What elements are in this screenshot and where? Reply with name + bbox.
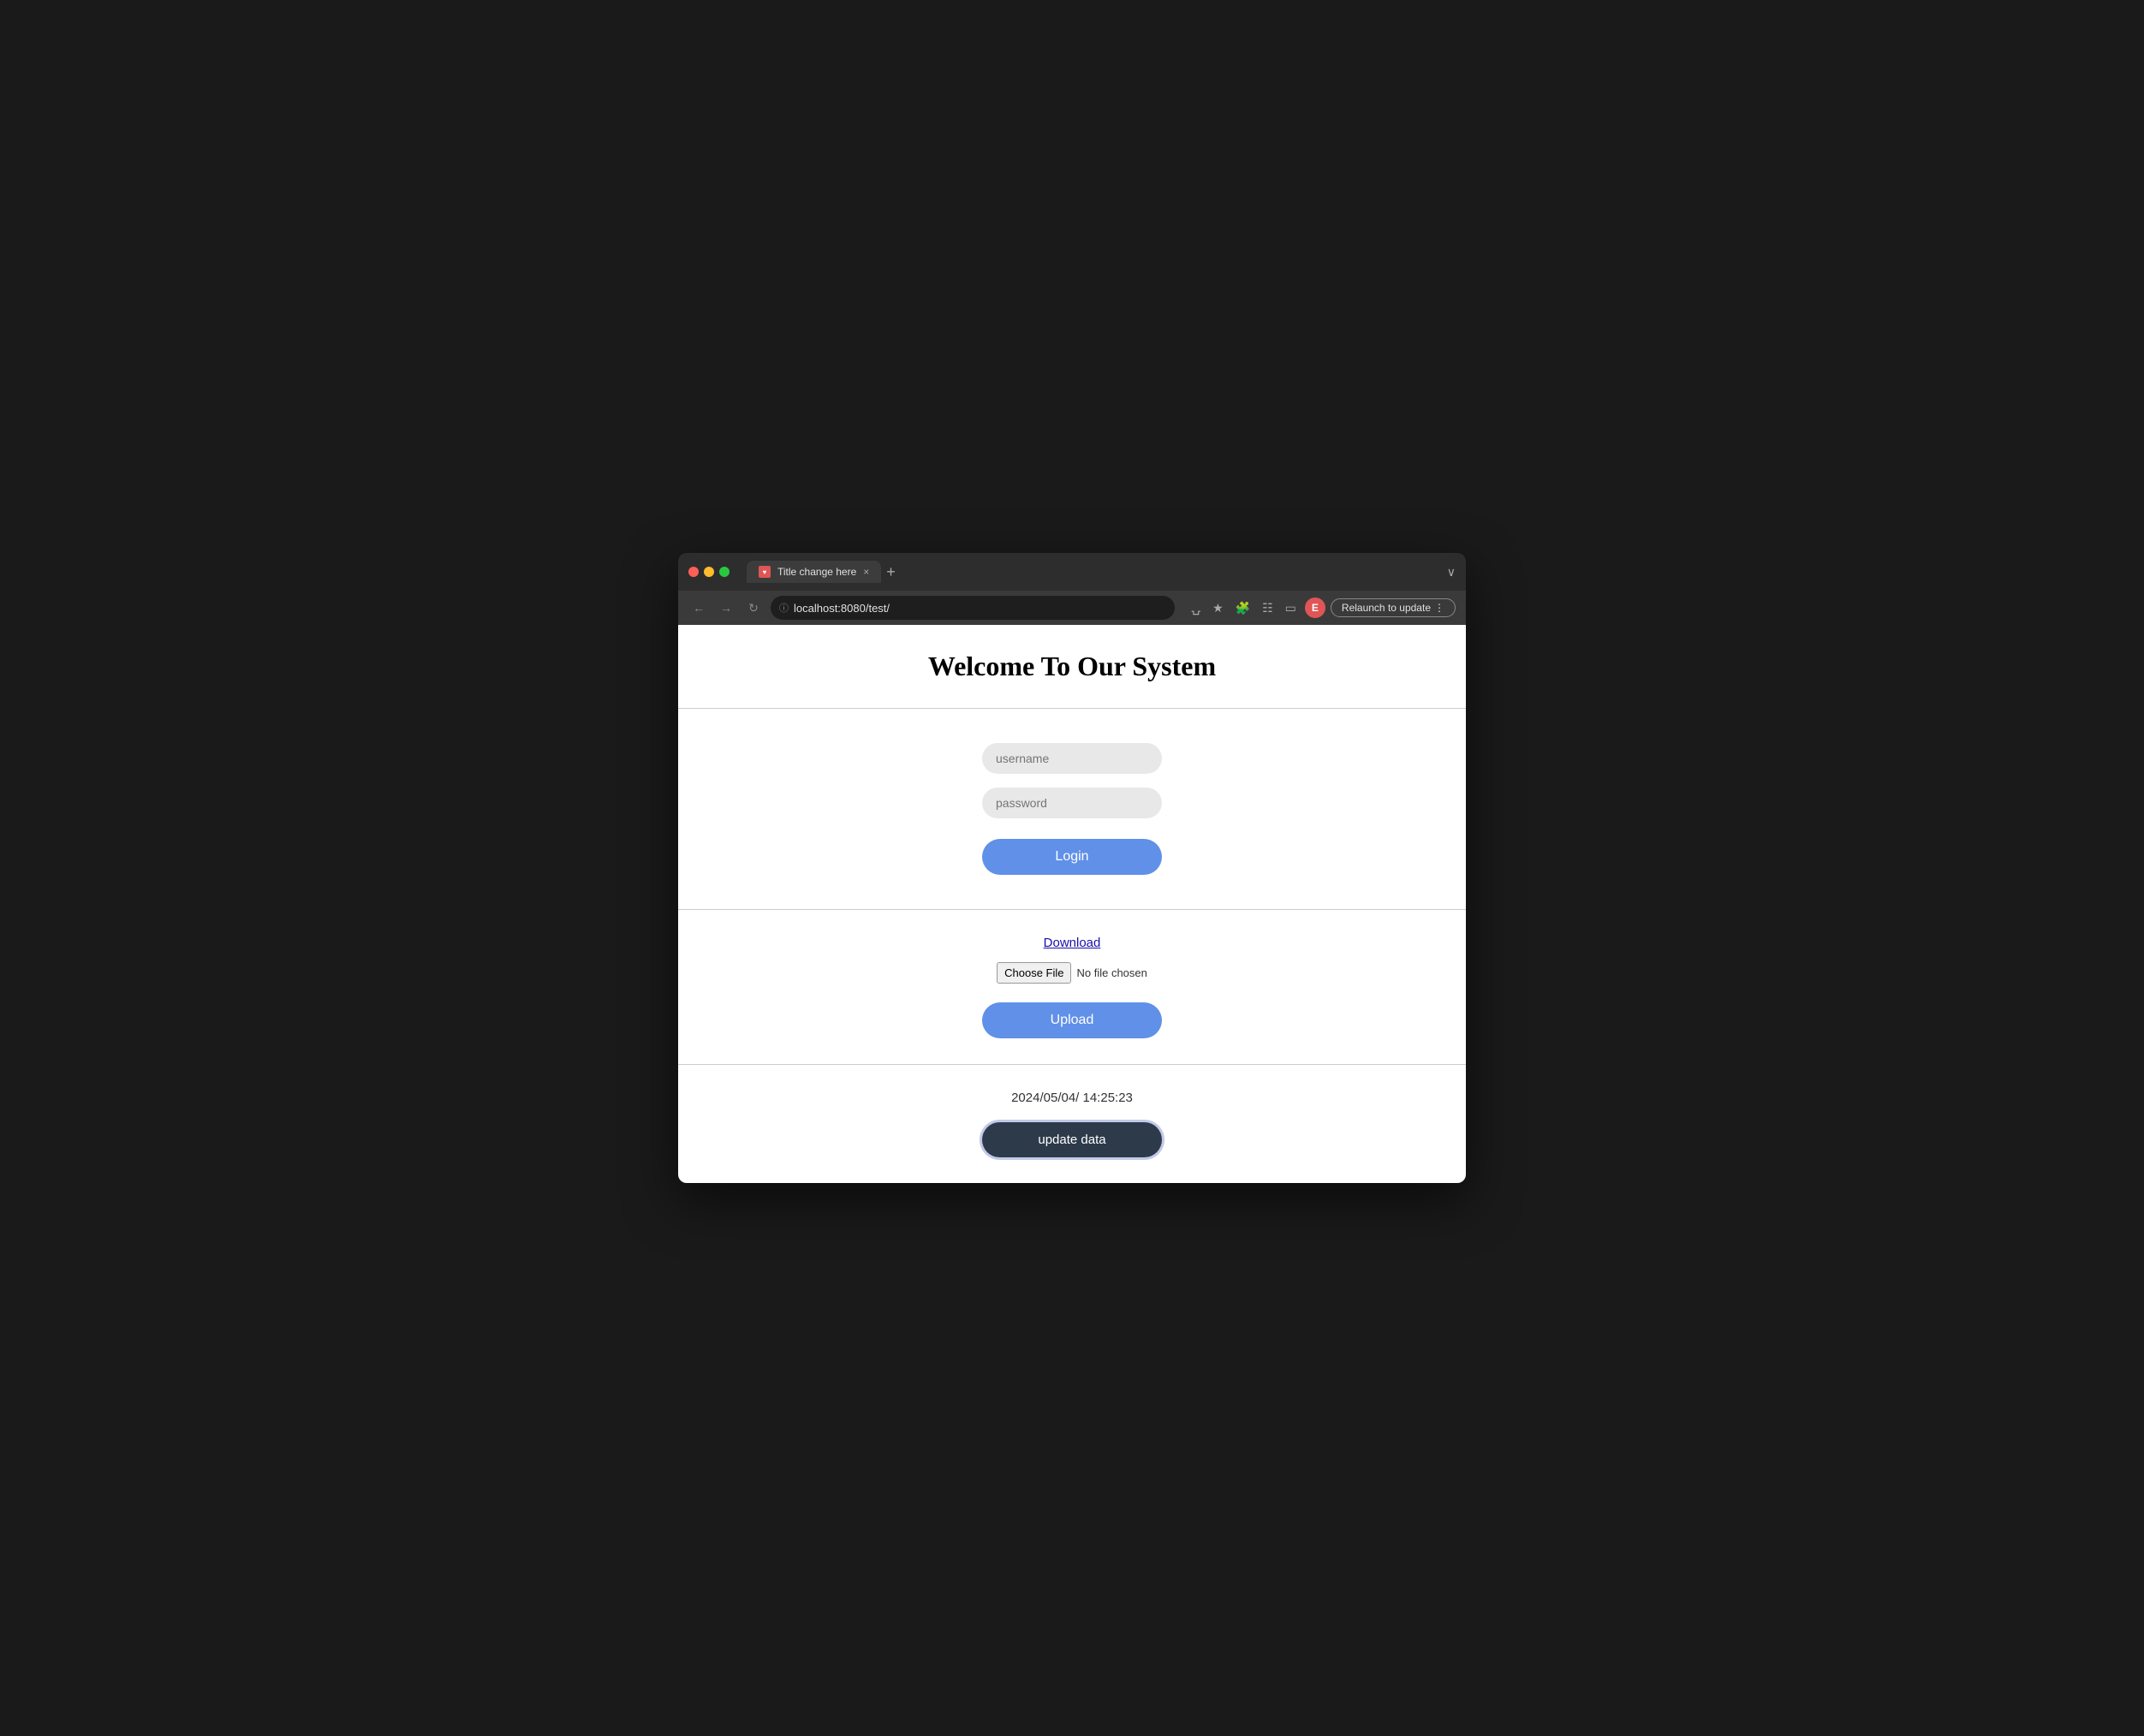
nav-right-icons: ⍽ ★ 🧩 ☷ ▭ E Relaunch to update ⋮ [1188,597,1456,619]
browser-content: Welcome To Our System Login Download Cho… [678,625,1466,1183]
extensions-icon[interactable]: 🧩 [1232,597,1254,619]
tab-manager-icon[interactable]: ☷ [1259,597,1277,619]
relaunch-more-icon: ⋮ [1434,602,1444,614]
maximize-button[interactable] [719,567,730,577]
tab-bar: ♥ Title change here × + [747,561,1440,583]
username-input[interactable] [982,743,1162,774]
address-bar-wrapper: ⓘ [771,596,1175,620]
relaunch-label: Relaunch to update [1342,602,1431,614]
update-data-button[interactable]: update data [982,1122,1162,1157]
reload-button[interactable]: ↻ [743,597,764,618]
bookmark-icon[interactable]: ★ [1209,597,1227,619]
traffic-lights [688,567,730,577]
page-header: Welcome To Our System [678,625,1466,709]
new-tab-button[interactable]: + [886,564,896,580]
login-button[interactable]: Login [982,839,1162,875]
data-section: 2024/05/04/ 14:25:23 update data [678,1065,1466,1183]
relaunch-button[interactable]: Relaunch to update ⋮ [1331,598,1456,617]
login-section: Login [678,709,1466,910]
browser-navbar: ← → ↻ ⓘ ⍽ ★ 🧩 ☷ ▭ E Relaunch to update ⋮ [678,591,1466,625]
download-link[interactable]: Download [1044,936,1101,950]
forward-button[interactable]: → [716,597,736,618]
upload-section: Download Choose File No file chosen Uplo… [678,910,1466,1065]
tab-dropdown-icon[interactable]: ∨ [1447,565,1456,580]
profile-avatar[interactable]: E [1305,597,1325,618]
no-file-label: No file chosen [1076,966,1146,979]
active-tab[interactable]: ♥ Title change here × [747,561,881,583]
browser-window: ♥ Title change here × + ∨ ← → ↻ ⓘ ⍽ ★ 🧩 … [678,553,1466,1183]
page-title: Welcome To Our System [695,651,1449,682]
minimize-button[interactable] [704,567,714,577]
upload-button[interactable]: Upload [982,1002,1162,1038]
lock-icon: ⓘ [779,601,789,615]
file-input-wrapper: Choose File No file chosen [997,962,1147,984]
tab-title: Title change here [777,566,856,578]
address-bar[interactable] [794,602,1166,615]
reader-mode-icon[interactable]: ▭ [1282,597,1300,619]
timestamp-label: 2024/05/04/ 14:25:23 [1011,1091,1133,1105]
password-input[interactable] [982,788,1162,818]
back-button[interactable]: ← [688,597,709,618]
tab-favicon-icon: ♥ [759,566,771,578]
choose-file-button[interactable]: Choose File [997,962,1071,984]
tab-close-icon[interactable]: × [863,567,869,577]
browser-titlebar: ♥ Title change here × + ∨ [678,553,1466,591]
share-icon[interactable]: ⍽ [1188,597,1205,619]
close-button[interactable] [688,567,699,577]
